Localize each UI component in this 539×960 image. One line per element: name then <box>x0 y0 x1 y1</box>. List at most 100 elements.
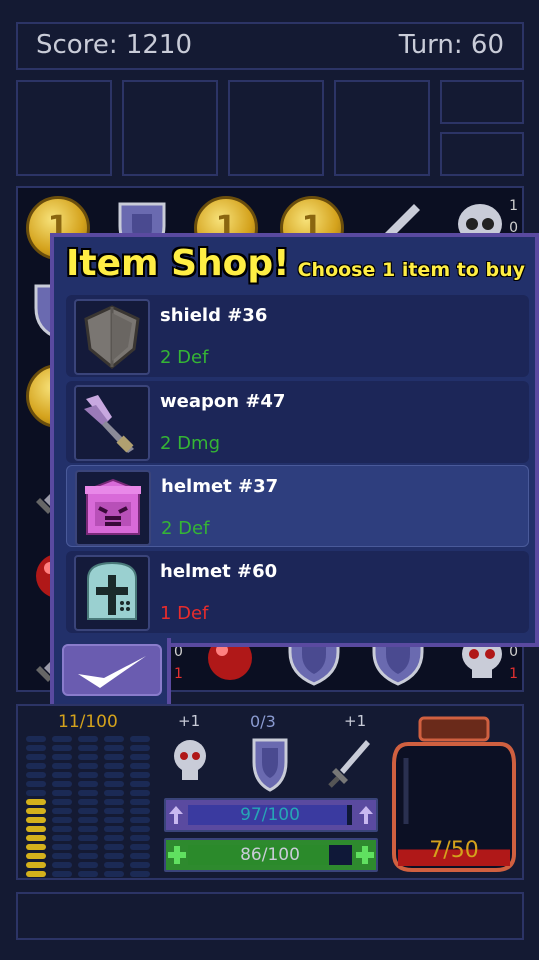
item-name: weapon #47 <box>160 391 286 412</box>
coin-slot <box>104 790 124 796</box>
coin-slot <box>52 745 72 751</box>
coin-slot <box>104 736 124 742</box>
plus-icon <box>356 846 374 864</box>
coin-slot <box>104 862 124 868</box>
coin-slot <box>78 835 98 841</box>
coin-slot <box>52 835 72 841</box>
coin-slot <box>52 781 72 787</box>
shop-subtitle: Choose 1 item to buy <box>297 259 525 281</box>
sword-icon <box>328 740 370 788</box>
coin-slot <box>26 772 46 778</box>
checkmark-icon <box>78 656 146 688</box>
coin-slot <box>52 862 72 868</box>
coin-slot <box>26 781 46 787</box>
potion-jar: 7/50 <box>390 714 518 874</box>
coin-slot <box>52 817 72 823</box>
cross-helmet-icon <box>74 555 150 631</box>
coin-slot <box>130 745 150 751</box>
shop-item-selected[interactable]: helmet #37 2 Def <box>66 465 529 547</box>
confirm-panel <box>50 638 171 708</box>
coin-slot <box>26 745 46 751</box>
coin-slot <box>26 754 46 760</box>
coin-slot <box>26 844 46 850</box>
coin-slot <box>130 772 150 778</box>
coin-slot <box>26 763 46 769</box>
coin-slot <box>78 745 98 751</box>
coin-slot <box>78 817 98 823</box>
coin-slot <box>52 871 72 877</box>
coin-slot <box>26 736 46 742</box>
side-count: 1 <box>509 666 518 682</box>
coin-slot <box>130 799 150 805</box>
stats-panel: 11/100 +1 0/3 +1 97/100 86/100 7/50 <box>16 704 524 880</box>
coin-slot <box>130 736 150 742</box>
coin-slot <box>78 844 98 850</box>
coin-stack <box>104 736 124 880</box>
shop-title: Item Shop! <box>66 243 290 284</box>
top-bar: Score: 1210 Turn: 60 <box>16 22 524 70</box>
item-stat: 2 Def <box>161 518 210 539</box>
coin-slot <box>78 754 98 760</box>
coin-slot <box>26 817 46 823</box>
item-stat: 1 Def <box>160 603 209 624</box>
coin-slot <box>104 781 124 787</box>
inventory-slot-6[interactable] <box>440 132 524 176</box>
item-name: shield #36 <box>160 305 268 326</box>
coin-slot <box>78 808 98 814</box>
coin-slot <box>26 862 46 868</box>
coin-slot <box>130 853 150 859</box>
sword-icon <box>74 385 150 461</box>
coin-slot <box>130 844 150 850</box>
inventory-slot-1[interactable] <box>16 80 112 176</box>
item-stat: 2 Dmg <box>160 433 220 454</box>
shop-item[interactable]: shield #36 2 Def <box>66 295 529 377</box>
inventory-slot-5[interactable] <box>440 80 524 124</box>
confirm-button[interactable] <box>62 644 162 696</box>
plus-icon <box>168 846 186 864</box>
coin-slot <box>130 754 150 760</box>
coin-slot <box>104 844 124 850</box>
item-shop-dialog: Item Shop! Choose 1 item to buy shield #… <box>50 233 539 647</box>
coin-stack <box>78 736 98 880</box>
shop-item[interactable]: weapon #47 2 Dmg <box>66 381 529 463</box>
item-name: helmet #60 <box>160 561 278 582</box>
turn-label: Turn: 60 <box>398 30 504 60</box>
coin-slot <box>26 799 46 805</box>
hp-label: 86/100 <box>240 845 300 865</box>
side-count: 1 <box>509 198 518 214</box>
coin-slot <box>52 808 72 814</box>
skull-icon <box>174 740 206 780</box>
xp-label: 97/100 <box>240 805 300 825</box>
coin-slot <box>130 862 150 868</box>
hp-track: 86/100 <box>188 845 352 865</box>
coin-slot <box>104 799 124 805</box>
coin-slot <box>104 835 124 841</box>
coin-slot <box>130 781 150 787</box>
coin-slot <box>52 790 72 796</box>
coin-slot <box>78 790 98 796</box>
shield-icon <box>252 738 288 792</box>
coin-slot <box>52 763 72 769</box>
coin-slot <box>52 853 72 859</box>
side-count: 1 <box>174 666 183 682</box>
xp-track: 97/100 <box>188 805 352 825</box>
coin-slot <box>78 853 98 859</box>
coin-slot <box>26 835 46 841</box>
coin-slot <box>130 763 150 769</box>
item-stat: 2 Def <box>160 347 209 368</box>
coin-slot <box>26 853 46 859</box>
coin-slot <box>104 871 124 877</box>
inventory-slot-3[interactable] <box>228 80 324 176</box>
coin-slot <box>78 781 98 787</box>
shop-item[interactable]: helmet #60 1 Def <box>66 551 529 633</box>
coin-slot <box>78 763 98 769</box>
coin-slot <box>26 826 46 832</box>
coin-slot <box>104 772 124 778</box>
coin-slot <box>104 853 124 859</box>
coin-slot <box>26 790 46 796</box>
gold-count: 11/100 <box>58 712 118 732</box>
inventory-slot-4[interactable] <box>334 80 430 176</box>
inventory-slot-2[interactable] <box>122 80 218 176</box>
coin-stack <box>52 736 72 880</box>
hp-bar: 86/100 <box>164 838 378 872</box>
